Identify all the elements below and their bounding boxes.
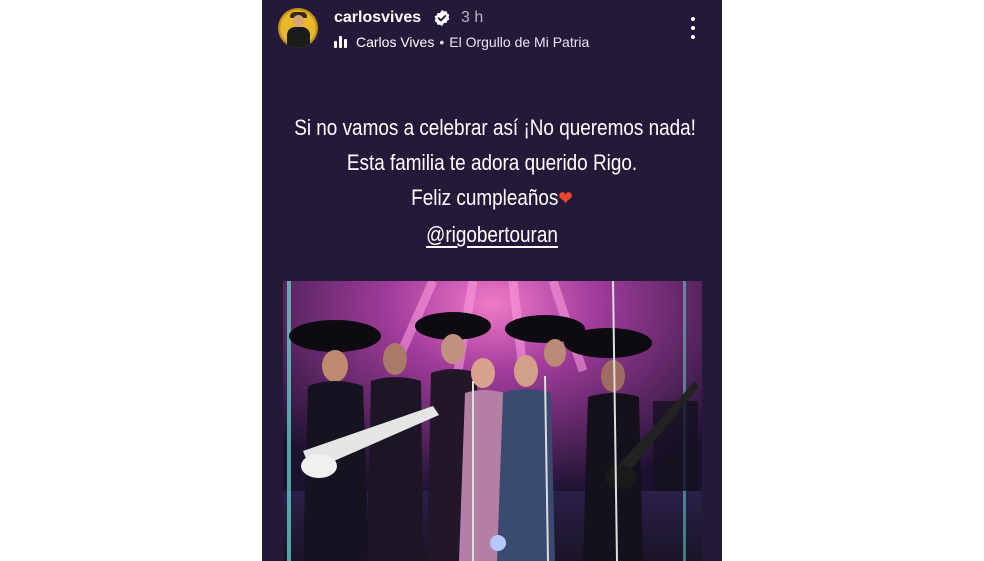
music-artist: Carlos Vives xyxy=(356,34,435,50)
music-title: El Orgullo de Mi Patria xyxy=(449,34,590,50)
mention-link[interactable]: @rigobertouran xyxy=(426,222,558,247)
avatar-head xyxy=(293,15,304,27)
verified-badge-icon xyxy=(434,9,450,27)
music-separator: • xyxy=(439,34,445,50)
caption-line-1: Si no vamos a celebrar así ¡No queremos … xyxy=(294,115,696,140)
caption-line-4: @rigobertouran xyxy=(294,217,690,252)
post-time: 3 h xyxy=(461,9,484,26)
avatar-torso xyxy=(287,27,310,48)
band-photo-illustration xyxy=(283,281,702,561)
heart-icon: ❤ xyxy=(558,188,573,210)
caption-line-2: Esta familia te adora querido Rigo. xyxy=(346,150,638,175)
caption-line-3-text: Feliz cumpleaños xyxy=(411,185,559,210)
story-caption: Si no vamos a celebrar así ¡No queremos … xyxy=(294,110,696,252)
username-link[interactable]: carlosvives xyxy=(334,9,421,27)
story-card: carlosvives 3 h Carlos Vives • El Orgull… xyxy=(262,0,722,561)
music-bars-icon xyxy=(334,36,350,48)
story-photo xyxy=(283,281,702,561)
caption-line-3: Feliz cumpleaños❤ xyxy=(294,180,690,217)
profile-avatar[interactable] xyxy=(278,8,318,48)
story-header: carlosvives 3 h Carlos Vives • El Orgull… xyxy=(262,0,722,62)
more-vertical-icon[interactable] xyxy=(690,16,696,40)
music-attribution[interactable]: Carlos Vives • El Orgullo de Mi Patria xyxy=(334,33,589,51)
